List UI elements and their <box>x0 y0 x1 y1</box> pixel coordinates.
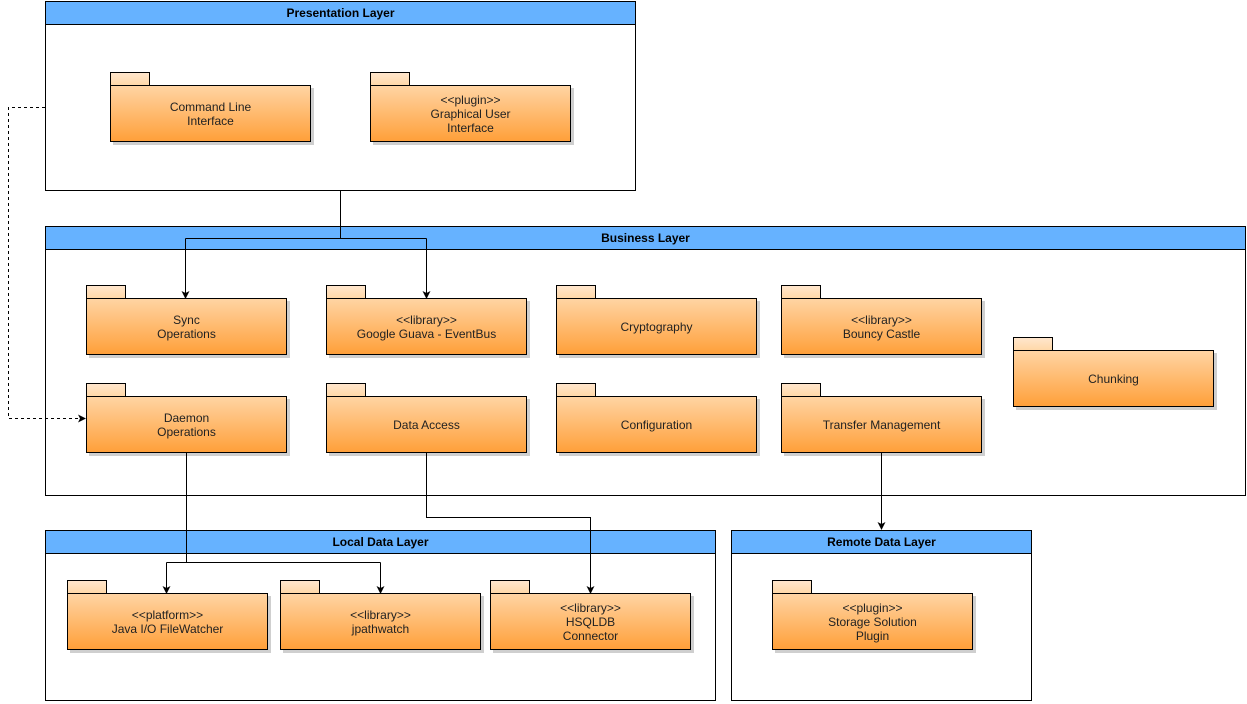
package-google-guava-eventbus[interactable]: <<library>> Google Guava - EventBus <box>326 285 527 356</box>
package-tab <box>781 285 821 298</box>
package-configuration[interactable]: Configuration <box>556 383 757 454</box>
package-tab <box>110 72 150 85</box>
package-label: <<library>> Google Guava - EventBus <box>326 298 527 355</box>
package-tab <box>326 285 366 298</box>
package-label: Data Access <box>326 396 527 453</box>
package-transfer-management[interactable]: Transfer Management <box>781 383 982 454</box>
package-jpathwatch[interactable]: <<library>> jpathwatch <box>280 580 481 651</box>
package-label: Daemon Operations <box>86 396 287 453</box>
package-java-io-filewatcher[interactable]: <<platform>> Java I/O FileWatcher <box>67 580 268 651</box>
package-label: Sync Operations <box>86 298 287 355</box>
package-label: Chunking <box>1013 350 1214 407</box>
package-graphical-user-interface[interactable]: <<plugin>> Graphical User Interface <box>370 72 571 143</box>
package-label: <<platform>> Java I/O FileWatcher <box>67 593 268 650</box>
package-tab <box>1013 337 1053 350</box>
package-tab <box>67 580 107 593</box>
package-tab <box>86 285 126 298</box>
layer-title: Local Data Layer <box>46 531 715 554</box>
package-hsqldb-connector[interactable]: <<library>> HSQLDB Connector <box>490 580 691 651</box>
package-command-line-interface[interactable]: Command Line Interface <box>110 72 311 143</box>
package-bouncy-castle[interactable]: <<library>> Bouncy Castle <box>781 285 982 356</box>
package-data-access[interactable]: Data Access <box>326 383 527 454</box>
layer-title: Remote Data Layer <box>732 531 1031 554</box>
package-tab <box>772 580 812 593</box>
package-label: <<plugin>> Graphical User Interface <box>370 85 571 142</box>
package-label: Transfer Management <box>781 396 982 453</box>
package-label: <<library>> Bouncy Castle <box>781 298 982 355</box>
package-daemon-operations[interactable]: Daemon Operations <box>86 383 287 454</box>
package-label: Configuration <box>556 396 757 453</box>
package-tab <box>556 383 596 396</box>
package-tab <box>490 580 530 593</box>
layer-title: Presentation Layer <box>46 2 635 25</box>
package-tab <box>556 285 596 298</box>
layer-title: Business Layer <box>46 227 1245 250</box>
package-label: Cryptography <box>556 298 757 355</box>
package-label: <<library>> jpathwatch <box>280 593 481 650</box>
package-cryptography[interactable]: Cryptography <box>556 285 757 356</box>
package-tab <box>781 383 821 396</box>
package-tab <box>280 580 320 593</box>
package-label: <<library>> HSQLDB Connector <box>490 593 691 650</box>
package-tab <box>326 383 366 396</box>
package-tab <box>86 383 126 396</box>
package-label: Command Line Interface <box>110 85 311 142</box>
package-chunking[interactable]: Chunking <box>1013 337 1214 408</box>
package-sync-operations[interactable]: Sync Operations <box>86 285 287 356</box>
package-storage-solution-plugin[interactable]: <<plugin>> Storage Solution Plugin <box>772 580 973 651</box>
package-label: <<plugin>> Storage Solution Plugin <box>772 593 973 650</box>
package-tab <box>370 72 410 85</box>
